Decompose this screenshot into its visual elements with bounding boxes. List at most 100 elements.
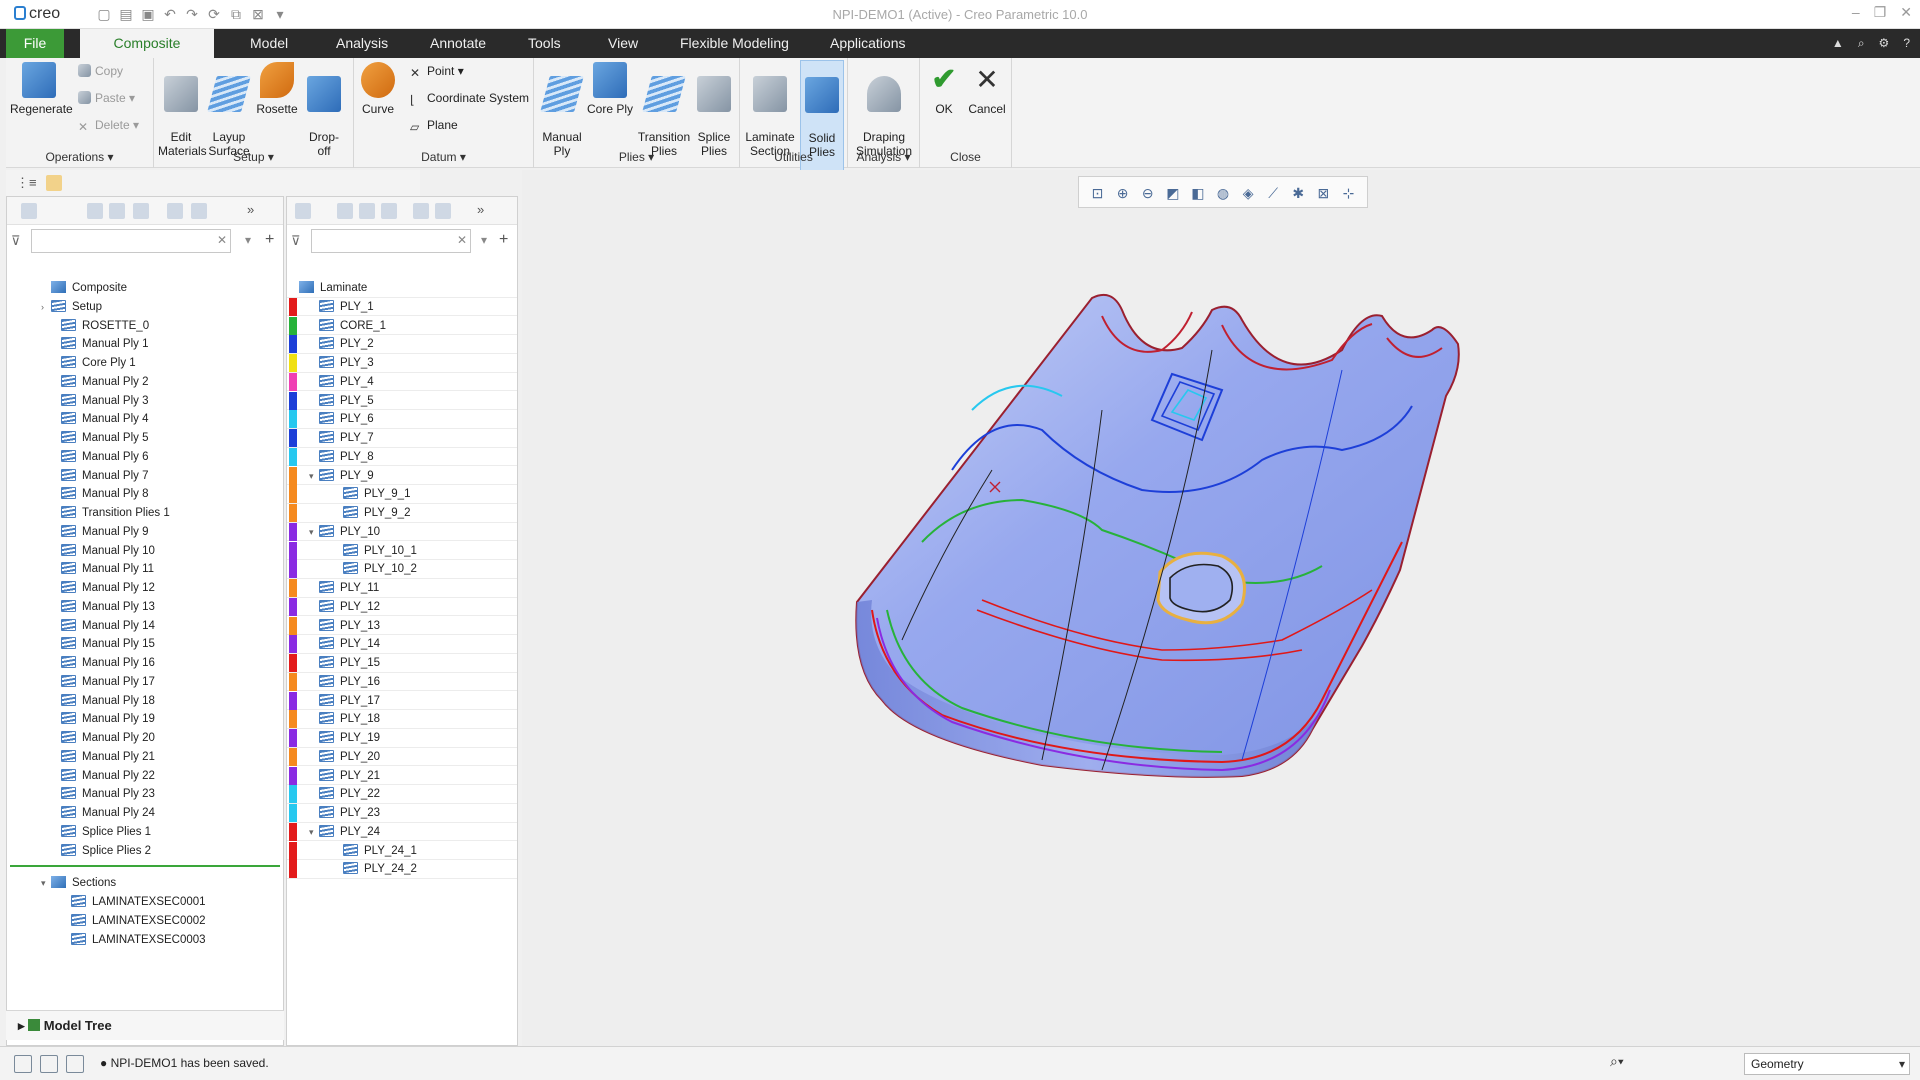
ok-button[interactable]: ✔ OK bbox=[926, 60, 962, 116]
tree-item[interactable]: Manual Ply 2 bbox=[7, 373, 283, 392]
graphics-window[interactable] bbox=[522, 170, 1920, 1046]
expand-toggle-icon[interactable]: › bbox=[41, 298, 51, 317]
laminate-ply-row[interactable]: PLY_11 bbox=[287, 579, 517, 598]
tree-separator[interactable] bbox=[10, 865, 280, 867]
browser-toggle-icon[interactable] bbox=[40, 1055, 58, 1073]
model-tree-tab-icon[interactable]: ⋮≡ bbox=[16, 175, 37, 191]
saved-orientations-icon[interactable]: ◍ bbox=[1212, 183, 1233, 203]
tree-item[interactable]: Manual Ply 18 bbox=[7, 692, 283, 711]
laminate-ply-row[interactable]: PLY_15 bbox=[287, 654, 517, 673]
laminate-collapse-icon[interactable] bbox=[435, 203, 451, 219]
laminate-ply-row[interactable]: PLY_24_2 bbox=[287, 860, 517, 879]
perspective-icon[interactable]: ⟋ bbox=[1263, 183, 1284, 203]
tree-item[interactable]: Manual Ply 16 bbox=[7, 654, 283, 673]
laminate-ply-row[interactable]: CORE_1 bbox=[287, 316, 517, 336]
selection-filter-dropdown[interactable]: Geometry ▾ bbox=[1744, 1053, 1910, 1075]
clear-filter-icon[interactable]: ✕ bbox=[217, 233, 227, 247]
tab-annotate[interactable]: Annotate bbox=[420, 29, 496, 58]
tree-item-section[interactable]: LAMINATEXSEC0002 bbox=[7, 912, 283, 931]
laminate-ply-row[interactable]: PLY_22 bbox=[287, 785, 517, 804]
core-ply-button[interactable]: Core Ply bbox=[586, 60, 634, 116]
tree-item[interactable]: Manual Ply 20 bbox=[7, 729, 283, 748]
tree-item[interactable]: Manual Ply 23 bbox=[7, 785, 283, 804]
composite-part-model[interactable] bbox=[522, 170, 1920, 1046]
find-icon[interactable]: ⌕▾ bbox=[1610, 1053, 1646, 1075]
minimize-icon[interactable]: – bbox=[1852, 4, 1860, 21]
tree-item[interactable]: Manual Ply 3 bbox=[7, 392, 283, 411]
zoom-in-icon[interactable]: ⊕ bbox=[1112, 183, 1133, 203]
expand-all-icon[interactable] bbox=[87, 203, 103, 219]
settings-icon[interactable]: ⚙ bbox=[1879, 36, 1890, 51]
laminate-ply-row[interactable]: PLY_10_1 bbox=[287, 541, 517, 561]
composite-tree-search-input[interactable] bbox=[31, 229, 231, 253]
paste-button[interactable]: Paste ▾ bbox=[78, 89, 135, 107]
sequence-view-icon[interactable] bbox=[359, 203, 375, 219]
laminate-ply-row[interactable]: PLY_16 bbox=[287, 672, 517, 692]
tree-item[interactable]: ROSETTE_0 bbox=[7, 317, 283, 336]
laminate-ply-row[interactable]: PLY_17 bbox=[287, 691, 517, 711]
copy-button[interactable]: Copy bbox=[78, 62, 123, 80]
search-icon[interactable]: ⌕ bbox=[1858, 36, 1865, 51]
zoom-out-icon[interactable]: ⊖ bbox=[1137, 183, 1158, 203]
laminate-ply-row[interactable]: PLY_8 bbox=[287, 447, 517, 467]
group-label-plies[interactable]: Plies ▾ bbox=[534, 150, 739, 164]
tree-item[interactable]: Manual Ply 14 bbox=[7, 617, 283, 636]
laminate-add-filter-icon[interactable]: + bbox=[499, 231, 508, 249]
point-button[interactable]: ✕ Point ▾ bbox=[410, 62, 464, 80]
laminate-expand-icon[interactable] bbox=[413, 203, 429, 219]
model-tree-section[interactable]: ▸ Model Tree bbox=[6, 1010, 284, 1040]
tab-flexible-modeling[interactable]: Flexible Modeling bbox=[670, 29, 799, 58]
ply-view-icon[interactable] bbox=[381, 203, 397, 219]
tree-item[interactable]: Manual Ply 10 bbox=[7, 542, 283, 561]
laminate-root[interactable]: Laminate bbox=[287, 279, 517, 298]
display-style-icon[interactable]: ◧ bbox=[1187, 183, 1208, 203]
tree-item[interactable]: Manual Ply 15 bbox=[7, 635, 283, 654]
repaint-icon[interactable]: ◩ bbox=[1162, 183, 1183, 203]
laminate-ply-row[interactable]: ▾ PLY_24 bbox=[287, 822, 517, 842]
laminate-filter-dropdown-icon[interactable]: ▾ bbox=[481, 233, 487, 247]
laminate-ply-row[interactable]: PLY_3 bbox=[287, 354, 517, 373]
collapse-all-icon[interactable] bbox=[109, 203, 125, 219]
laminate-ply-row[interactable]: PLY_18 bbox=[287, 710, 517, 729]
tab-file[interactable]: File bbox=[6, 29, 64, 58]
tab-analysis[interactable]: Analysis bbox=[326, 29, 398, 58]
laminate-ply-row[interactable]: PLY_23 bbox=[287, 804, 517, 823]
tree-item[interactable]: Manual Ply 21 bbox=[7, 748, 283, 767]
laminate-ply-row[interactable]: PLY_21 bbox=[287, 766, 517, 786]
expand-toggle-icon[interactable]: ▾ bbox=[41, 874, 51, 893]
tree-item-section[interactable]: LAMINATEXSEC0003 bbox=[7, 931, 283, 950]
tree-columns-icon[interactable] bbox=[191, 203, 207, 219]
add-filter-icon[interactable]: + bbox=[265, 231, 274, 249]
tree-item[interactable]: Manual Ply 12 bbox=[7, 579, 283, 598]
spin-center-icon[interactable]: ⊹ bbox=[1338, 183, 1359, 203]
tree-item[interactable]: Manual Ply 1 bbox=[7, 335, 283, 354]
tab-model[interactable]: Model bbox=[240, 29, 298, 58]
regenerate-button[interactable]: Regenerate bbox=[10, 60, 73, 116]
rosette-button[interactable]: Rosette bbox=[254, 60, 300, 116]
cancel-button[interactable]: ✕ Cancel bbox=[966, 60, 1008, 116]
more-icon[interactable]: » bbox=[247, 202, 254, 217]
laminate-ply-row[interactable]: PLY_12 bbox=[287, 597, 517, 617]
tab-view[interactable]: View bbox=[598, 29, 648, 58]
tree-item[interactable]: Manual Ply 17 bbox=[7, 673, 283, 692]
expand-toggle-icon[interactable]: ▾ bbox=[309, 823, 319, 842]
tree-item[interactable]: Manual Ply 8 bbox=[7, 485, 283, 504]
tree-item-sections[interactable]: ▾ Sections bbox=[7, 874, 283, 893]
tree-root-composite[interactable]: Composite bbox=[7, 279, 283, 298]
laminate-ply-row[interactable]: PLY_7 bbox=[287, 429, 517, 448]
collapse-ribbon-icon[interactable]: ▲ bbox=[1832, 36, 1844, 51]
tree-item[interactable]: Transition Plies 1 bbox=[7, 504, 283, 523]
group-label-datum[interactable]: Datum ▾ bbox=[354, 150, 533, 164]
tree-item[interactable]: Manual Ply 22 bbox=[7, 767, 283, 786]
laminate-settings-icon[interactable] bbox=[295, 203, 311, 219]
delete-button[interactable]: ✕ Delete ▾ bbox=[78, 116, 139, 134]
view-manager-icon[interactable]: ◈ bbox=[1238, 183, 1259, 203]
tree-item[interactable]: Manual Ply 11 bbox=[7, 560, 283, 579]
restore-icon[interactable]: ❐ bbox=[1874, 4, 1887, 21]
tree-item[interactable]: Splice Plies 2 bbox=[7, 842, 283, 861]
datum-display-icon[interactable]: ✱ bbox=[1288, 183, 1309, 203]
laminate-ply-row[interactable]: PLY_14 bbox=[287, 635, 517, 654]
navigator-toggle-icon[interactable] bbox=[14, 1055, 32, 1073]
plane-button[interactable]: ▱ Plane bbox=[410, 116, 458, 134]
tree-item[interactable]: Manual Ply 6 bbox=[7, 448, 283, 467]
